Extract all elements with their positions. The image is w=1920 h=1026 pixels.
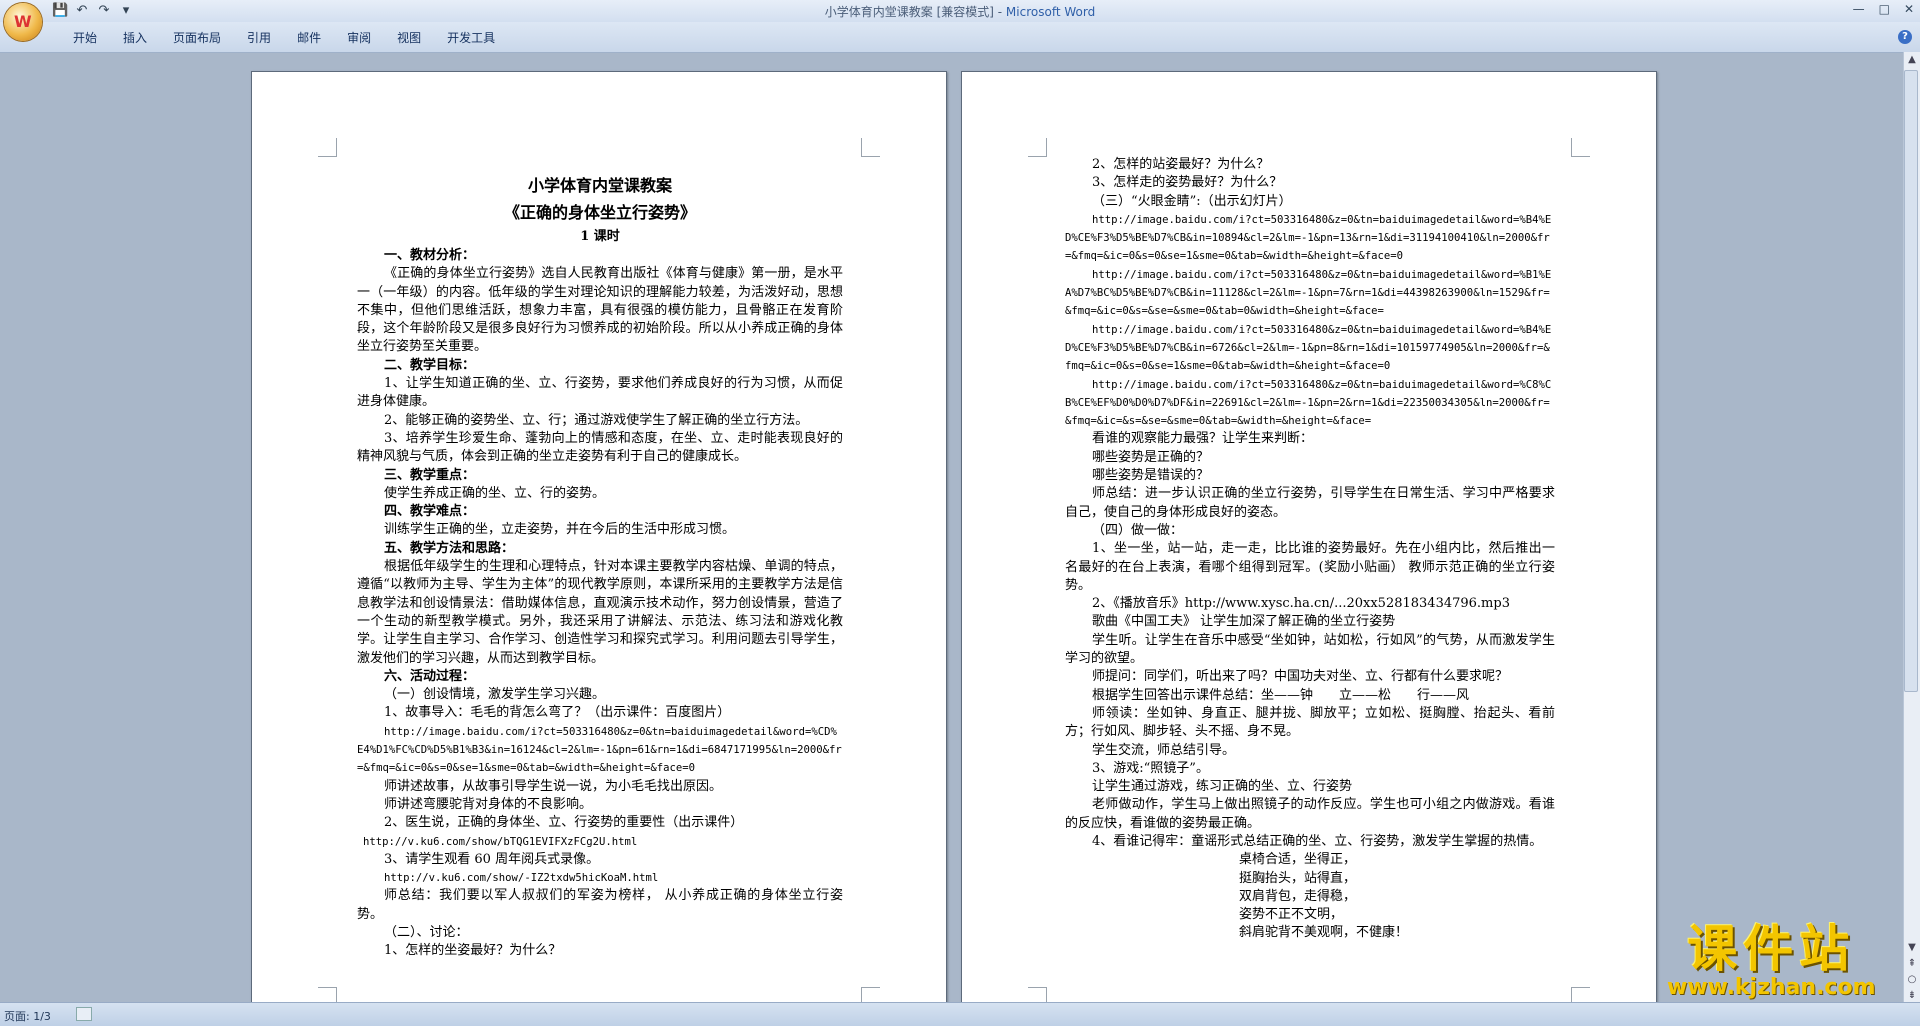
paragraph: 2、医生说，正确的身体坐、立、行姿势的重要性（出示课件） <box>384 815 744 831</box>
poem-line: 斜肩驼背不美观啊，不健康！ <box>1239 925 1409 941</box>
paragraph: 3、怎样走的姿势最好？为什么？ <box>1092 175 1283 191</box>
tab-mailings[interactable]: 邮件 <box>284 29 334 46</box>
paragraph: 师总结：我们要以军人叔叔们的军姿为榜样， 从小养成正确的身体坐立行姿势。 <box>357 888 843 922</box>
paragraph: 2、能够正确的姿势坐、立、行；通过游戏使学生了解正确的坐立行方法。 <box>384 412 809 428</box>
doc-hours: 1 课时 <box>580 229 620 244</box>
section-heading: 四、教学难点： <box>384 504 476 520</box>
hyperlink[interactable]: http://image.baidu.com/i?ct=503316480&z=… <box>1065 266 1555 321</box>
scroll-nav-buttons: ▼ ⇞ ○ ⇟ <box>1904 940 1920 1004</box>
paragraph: 1、坐一坐，站一站，走一走，比比谁的姿势最好。先在小组内比，然后推出一名最好的在… <box>1065 541 1555 593</box>
paragraph: 老师做动作，学生马上做出照镜子的动作反应。学生也可小组之内做游戏。看谁的反应快，… <box>1065 797 1555 831</box>
paragraph: （二）、讨论： <box>384 924 469 940</box>
previous-page-icon[interactable]: ⇞ <box>1904 956 1920 972</box>
maximize-icon[interactable]: □ <box>1879 2 1890 16</box>
watermark-logo: 课件站 www.kjzhan.com <box>1667 922 1876 1000</box>
hyperlink[interactable]: http://image.baidu.com/i?ct=503316480&z=… <box>357 723 843 778</box>
section-heading: 五、教学方法和思路： <box>384 540 515 556</box>
paragraph: 2、怎样的站姿最好？为什么？ <box>1092 157 1270 172</box>
close-icon[interactable]: ✕ <box>1904 2 1914 16</box>
tab-review[interactable]: 审阅 <box>334 29 384 46</box>
hyperlink[interactable]: http://v.ku6.com/show/bTQG1EVIFXzFCg2U.h… <box>357 833 843 851</box>
paragraph: 3、请学生观看 60 周年阅兵式录像。 <box>384 851 600 867</box>
paragraph: 根据低年级学生的生理和心理特点，针对本课主要教学内容枯燥、单调的特点，遵循“以教… <box>357 559 843 666</box>
paragraph: （四）做一做： <box>1092 522 1184 538</box>
page-2-body: 2、怎样的站姿最好？为什么？ 3、怎样走的姿势最好？为什么？ （三）“火眼金睛”… <box>1065 156 1555 943</box>
doc-subtitle: 《正确的身体坐立行姿势》 <box>503 203 696 222</box>
window-title: 小学体育内堂课教案 [兼容模式] - Microsoft Word <box>0 3 1920 20</box>
office-button[interactable]: W <box>4 3 42 41</box>
app-name: Microsoft Word <box>1005 5 1096 19</box>
hyperlink[interactable]: http://image.baidu.com/i?ct=503316480&z=… <box>1065 321 1555 376</box>
watermark-url: www.kjzhan.com <box>1667 975 1876 1000</box>
scroll-up-icon[interactable]: ▲ <box>1904 54 1920 70</box>
scrollbar-thumb[interactable] <box>1904 70 1918 692</box>
paragraph: 歌曲《中国工夫》 让学生加深了解正确的坐立行姿势 <box>1092 614 1396 630</box>
hyperlink[interactable]: http://v.ku6.com/show/-IZ2txdw5hicKoaM.h… <box>357 869 843 887</box>
margin-mark <box>318 138 337 157</box>
poem-line: 挺胸抬头，站得直， <box>1239 870 1357 886</box>
hyperlink[interactable]: http://image.baidu.com/i?ct=503316480&z=… <box>1065 376 1555 431</box>
paragraph: 师讲述弯腰驼背对身体的不良影响。 <box>384 796 593 812</box>
tab-home[interactable]: 开始 <box>60 29 110 46</box>
proofing-icon[interactable] <box>76 1007 92 1021</box>
paragraph: 师总结：进一步认识正确的坐立行姿势，引导学生在日常生活、学习中严格要求自己，使自… <box>1065 486 1555 520</box>
ribbon: 开始 插入 页面布局 引用 邮件 审阅 视图 开发工具 ? <box>0 22 1920 53</box>
paragraph: 学生交流，师总结引导。 <box>1092 742 1236 758</box>
page-count[interactable]: 页面: 1/3 <box>4 1008 51 1024</box>
paragraph: 1、让学生知道正确的坐、立、行姿势，要求他们养成良好的行为习惯，从而促进身体健康… <box>357 376 843 410</box>
help-icon[interactable]: ? <box>1898 30 1912 44</box>
page-1-body: 小学体育内堂课教案 《正确的身体坐立行姿势》 1 课时 一、教材分析： 《正确的… <box>357 168 843 961</box>
poem-line: 桌椅合适，坐得正， <box>1239 852 1357 868</box>
paragraph: 哪些姿势是错误的？ <box>1092 468 1210 484</box>
document-title: 小学体育内堂课教案 [兼容模式] - <box>824 5 1006 19</box>
paragraph: 训练学生正确的坐，立走姿势，并在今后的生活中形成习惯。 <box>384 522 736 538</box>
poem-line: 姿势不正不文明， <box>1239 907 1344 923</box>
section-heading: 二、教学目标： <box>384 357 476 373</box>
paragraph: 《正确的身体坐立行姿势》选自人民教育出版社《体育与健康》第一册，是水平一（一年级… <box>357 266 843 355</box>
tab-developer[interactable]: 开发工具 <box>434 29 508 46</box>
paragraph: （一）创设情境，激发学生学习兴趣。 <box>384 687 606 703</box>
status-bar: 页面: 1/3 <box>0 1002 1920 1026</box>
paragraph: 1、怎样的坐姿最好？为什么？ <box>384 943 562 959</box>
margin-mark <box>1571 138 1590 157</box>
paragraph: 2、《播放音乐》http://www.xysc.ha.cn/...20xx528… <box>1092 596 1510 612</box>
paragraph: 3、培养学生珍爱生命、蓬勃向上的情感和态度，在坐、立、走时能表现良好的精神风貌与… <box>357 430 843 465</box>
scroll-down-icon[interactable]: ▼ <box>1904 940 1920 956</box>
paragraph: 师讲述故事，从故事引导学生说一说，为小毛毛找出原因。 <box>384 778 723 794</box>
margin-mark <box>861 138 880 157</box>
minimize-icon[interactable]: — <box>1853 2 1865 16</box>
paragraph: 根据学生回答出示课件总结：坐——钟 立——松 行——风 <box>1092 687 1470 703</box>
paragraph: 让学生通过游戏，练习正确的坐、立、行姿势 <box>1092 779 1353 795</box>
paragraph: 哪些姿势是正确的？ <box>1092 449 1210 465</box>
paragraph: 看谁的观察能力最强？让学生来判断： <box>1092 431 1314 447</box>
paragraph: 4、看谁记得牢：童谣形式总结正确的坐、立、行姿势，激发学生掌握的热情。 <box>1092 833 1543 849</box>
watermark-cn: 课件站 <box>1687 920 1856 978</box>
paragraph: 1、故事导入：毛毛的背怎么弯了？（出示课件：百度图片） <box>384 705 731 721</box>
tab-page-layout[interactable]: 页面布局 <box>160 29 234 46</box>
tab-references[interactable]: 引用 <box>234 29 284 46</box>
paragraph: 学生听。让学生在音乐中感受“坐如钟，站如松，行如风”的气势，从而激发学生学习的欲… <box>1065 632 1555 667</box>
hyperlink[interactable]: http://image.baidu.com/i?ct=503316480&z=… <box>1065 211 1555 266</box>
section-heading: 六、活动过程： <box>384 668 476 684</box>
document-page-1[interactable]: 小学体育内堂课教案 《正确的身体坐立行姿势》 1 课时 一、教材分析： 《正确的… <box>251 71 947 1013</box>
paragraph: 师提问：同学们，听出来了吗？中国功夫对坐、立、行都有什么要求呢？ <box>1092 669 1509 685</box>
section-heading: 三、教学重点： <box>384 467 476 483</box>
paragraph: （三）“火眼金睛”:（出示幻灯片） <box>1092 193 1292 209</box>
doc-title: 小学体育内堂课教案 <box>527 176 672 195</box>
tab-insert[interactable]: 插入 <box>110 29 160 46</box>
paragraph: 师领读：坐如钟、身直正、腿并拢、脚放平；立如松、挺胸膛、抬起头、看前方；行如风、… <box>1065 705 1555 740</box>
poem-line: 双肩背包，走得稳， <box>1239 888 1357 904</box>
office-logo-icon: W <box>14 12 32 31</box>
select-browse-object-icon[interactable]: ○ <box>1904 972 1920 988</box>
title-bar: 💾 ↶ ↷ ▾ 小学体育内堂课教案 [兼容模式] - Microsoft Wor… <box>0 0 1920 23</box>
tab-view[interactable]: 视图 <box>384 29 434 46</box>
document-page-2[interactable]: 2、怎样的站姿最好？为什么？ 3、怎样走的姿势最好？为什么？ （三）“火眼金睛”… <box>961 71 1657 1013</box>
window-controls: — □ ✕ <box>1853 2 1914 16</box>
margin-mark <box>1028 138 1047 157</box>
section-heading: 一、教材分析： <box>384 248 476 263</box>
ribbon-tabs: 开始 插入 页面布局 引用 邮件 审阅 视图 开发工具 <box>60 29 508 46</box>
paragraph: 3、游戏:“照镜子”。 <box>1092 760 1209 776</box>
paragraph: 使学生养成正确的坐、立、行的姿势。 <box>384 485 606 501</box>
